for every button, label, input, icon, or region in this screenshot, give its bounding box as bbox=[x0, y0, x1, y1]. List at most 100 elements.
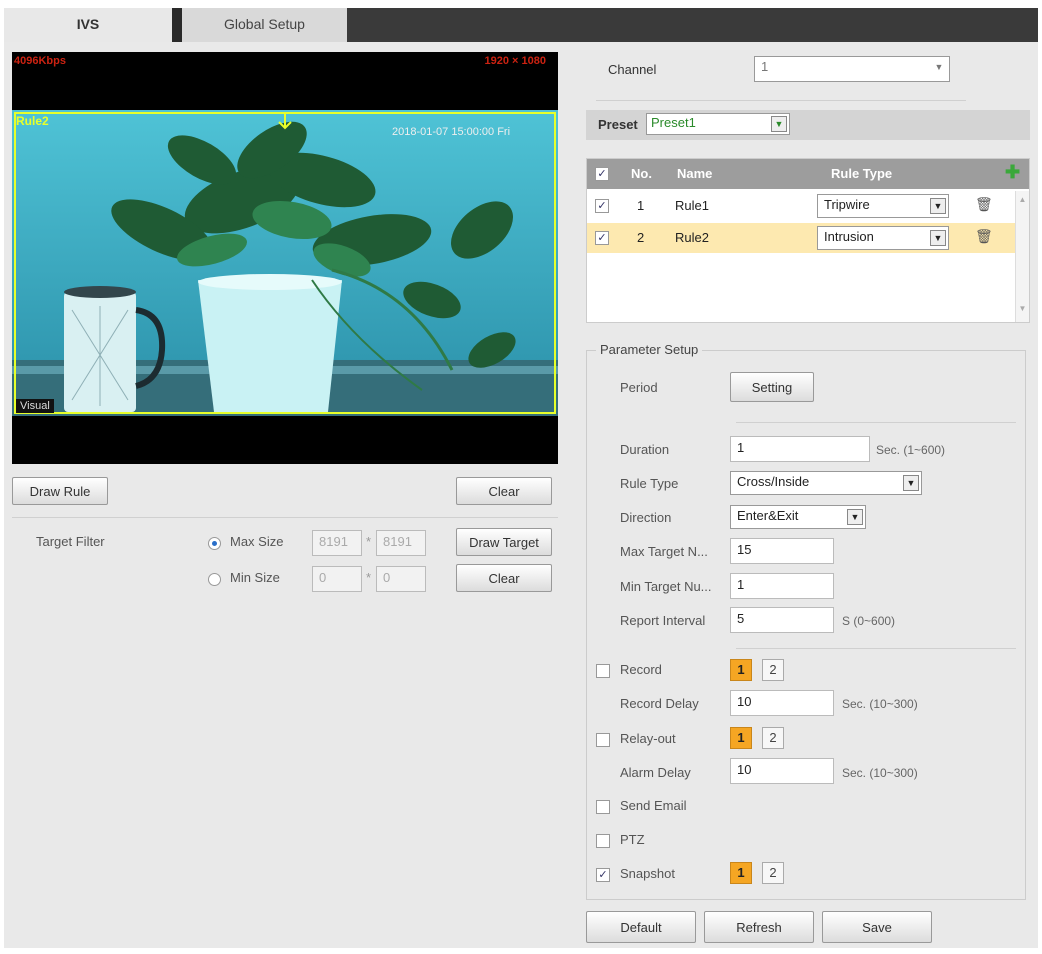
rule-region-box[interactable] bbox=[14, 112, 556, 414]
max-size-height-input[interactable]: 8191 bbox=[376, 530, 426, 556]
trash-icon[interactable]: 🗑 bbox=[975, 228, 993, 245]
clear-target-button[interactable]: Clear bbox=[456, 564, 552, 592]
snapshot-checkbox[interactable]: ✓ bbox=[596, 868, 610, 882]
trash-icon[interactable]: 🗑 bbox=[975, 196, 993, 213]
row-rule-type-select[interactable]: Tripwire ▼ bbox=[817, 194, 949, 218]
record-output-1[interactable]: 1 bbox=[730, 659, 752, 681]
min-size-width-input[interactable]: 0 bbox=[312, 566, 362, 592]
duration-label: Duration bbox=[620, 442, 670, 457]
size-separator: * bbox=[366, 570, 372, 585]
ptz-checkbox[interactable] bbox=[596, 834, 610, 848]
row-rule-type-value: Intrusion bbox=[824, 229, 874, 244]
channel-value: 1 bbox=[761, 59, 769, 74]
min-size-label: Min Size bbox=[230, 570, 280, 585]
max-size-label: Max Size bbox=[230, 534, 284, 549]
divider bbox=[12, 517, 558, 518]
rule-type-label: Rule Type bbox=[620, 476, 679, 491]
table-row-selected[interactable]: ✓ 2 Rule2 Intrusion ▼ 🗑 bbox=[587, 223, 1015, 253]
direction-select[interactable]: Enter&Exit ▼ bbox=[730, 505, 866, 529]
save-button[interactable]: Save bbox=[822, 911, 932, 943]
snapshot-output-1[interactable]: 1 bbox=[730, 862, 752, 884]
chevron-down-icon: ▼ bbox=[903, 475, 919, 491]
row-name: Rule1 bbox=[675, 198, 709, 213]
bitrate-label: 4096Kbps bbox=[14, 55, 66, 67]
snapshot-output-2[interactable]: 2 bbox=[762, 862, 784, 884]
ptz-label: PTZ bbox=[620, 832, 645, 847]
row-rule-type-select[interactable]: Intrusion ▼ bbox=[817, 226, 949, 250]
max-size-width-input[interactable]: 8191 bbox=[312, 530, 362, 556]
size-separator: * bbox=[366, 534, 372, 549]
refresh-button[interactable]: Refresh bbox=[704, 911, 814, 943]
row-name: Rule2 bbox=[675, 230, 709, 245]
max-target-input[interactable]: 15 bbox=[730, 538, 834, 564]
tab-ivs[interactable]: IVS bbox=[4, 8, 172, 42]
target-filter-label: Target Filter bbox=[36, 534, 105, 549]
rule-table: ✓ No. Name Rule Type ✚ ✓ 1 Rule1 Tripwir… bbox=[586, 158, 1030, 323]
relay-out-checkbox[interactable] bbox=[596, 733, 610, 747]
chevron-down-icon: ▼ bbox=[847, 509, 863, 525]
col-no: No. bbox=[631, 166, 652, 181]
video-preview[interactable]: 4096Kbps 1920 × 1080 Rule2 2018-01-07 15… bbox=[12, 52, 558, 464]
row-no: 2 bbox=[637, 230, 645, 245]
row-checkbox[interactable]: ✓ bbox=[595, 199, 609, 213]
min-target-label: Min Target Nu... bbox=[620, 579, 712, 594]
channel-label: Channel bbox=[608, 62, 657, 77]
record-delay-hint: Sec. (10~300) bbox=[842, 697, 918, 711]
min-target-input[interactable]: 1 bbox=[730, 573, 834, 599]
report-interval-input[interactable]: 5 bbox=[730, 607, 834, 633]
duration-input[interactable]: 1 bbox=[730, 436, 870, 462]
max-size-radio[interactable] bbox=[208, 537, 221, 550]
record-delay-label: Record Delay bbox=[620, 696, 699, 711]
rule-type-value: Cross/Inside bbox=[737, 474, 810, 489]
relay-output-1[interactable]: 1 bbox=[730, 727, 752, 749]
default-button[interactable]: Default bbox=[586, 911, 696, 943]
resolution-label: 1920 × 1080 bbox=[484, 55, 546, 67]
table-row[interactable]: ✓ 1 Rule1 Tripwire ▼ 🗑 bbox=[587, 191, 1015, 221]
preset-select[interactable]: Preset1 ▼ bbox=[646, 113, 790, 135]
visual-channel-label: Visual bbox=[16, 399, 54, 413]
period-setting-button[interactable]: Setting bbox=[730, 372, 814, 402]
draw-rule-button[interactable]: Draw Rule bbox=[12, 477, 108, 505]
min-size-radio[interactable] bbox=[208, 573, 221, 586]
chevron-down-icon: ▼ bbox=[934, 62, 944, 72]
row-rule-type-value: Tripwire bbox=[824, 197, 870, 212]
alarm-delay-label: Alarm Delay bbox=[620, 765, 691, 780]
record-output-2[interactable]: 2 bbox=[762, 659, 784, 681]
tab-global-setup[interactable]: Global Setup bbox=[182, 8, 347, 42]
send-email-checkbox[interactable] bbox=[596, 800, 610, 814]
add-rule-plus-icon[interactable]: ✚ bbox=[1005, 162, 1020, 183]
alarm-delay-input[interactable]: 10 bbox=[730, 758, 834, 784]
col-rule-type: Rule Type bbox=[831, 166, 893, 181]
draw-target-button[interactable]: Draw Target bbox=[456, 528, 552, 556]
relay-out-label: Relay-out bbox=[620, 731, 676, 746]
record-checkbox[interactable] bbox=[596, 664, 610, 678]
send-email-label: Send Email bbox=[620, 798, 687, 813]
report-interval-hint: S (0~600) bbox=[842, 614, 896, 628]
alarm-delay-hint: Sec. (10~300) bbox=[842, 766, 918, 780]
row-checkbox[interactable]: ✓ bbox=[595, 231, 609, 245]
relay-output-2[interactable]: 2 bbox=[762, 727, 784, 749]
parameter-setup-legend: Parameter Setup bbox=[596, 342, 703, 357]
direction-label: Direction bbox=[620, 510, 672, 525]
record-delay-input[interactable]: 10 bbox=[730, 690, 834, 716]
period-label: Period bbox=[620, 380, 658, 395]
channel-select[interactable]: 1 ▼ bbox=[754, 56, 950, 82]
preset-value: Preset1 bbox=[651, 115, 696, 130]
chevron-down-icon: ▼ bbox=[930, 230, 946, 246]
clear-rule-button[interactable]: Clear bbox=[456, 477, 552, 505]
min-size-height-input[interactable]: 0 bbox=[376, 566, 426, 592]
snapshot-label: Snapshot bbox=[620, 866, 675, 881]
rule-table-header: ✓ No. Name Rule Type ✚ bbox=[587, 159, 1029, 189]
rule-type-select[interactable]: Cross/Inside ▼ bbox=[730, 471, 922, 495]
max-target-label: Max Target N... bbox=[620, 544, 708, 559]
table-scrollbar[interactable]: ▲ ▼ bbox=[1015, 191, 1029, 322]
duration-hint: Sec. (1~600) bbox=[876, 443, 946, 457]
report-interval-label: Report Interval bbox=[620, 613, 706, 628]
osd-timestamp: 2018-01-07 15:00:00 Fri bbox=[392, 126, 511, 138]
select-all-checkbox[interactable]: ✓ bbox=[595, 167, 609, 181]
tab-separator bbox=[172, 8, 182, 42]
row-no: 1 bbox=[637, 198, 645, 213]
chevron-down-icon: ▼ bbox=[930, 198, 946, 214]
divider bbox=[736, 422, 1016, 423]
chevron-down-icon: ▼ bbox=[771, 116, 787, 132]
